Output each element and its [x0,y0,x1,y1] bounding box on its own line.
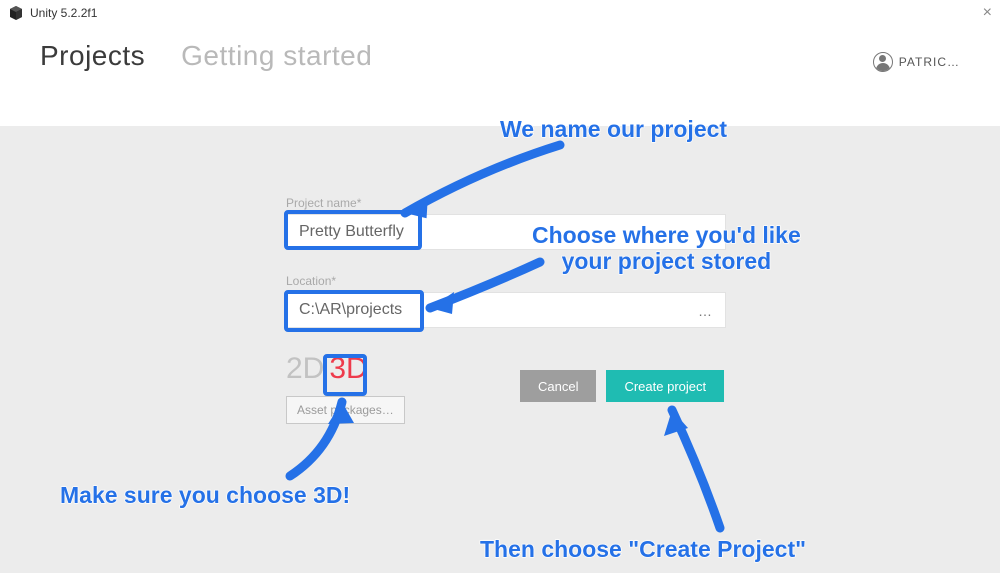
tab-getting-started[interactable]: Getting started [181,40,372,86]
tab-projects[interactable]: Projects [40,40,145,86]
callout-create: Then choose "Create Project" [480,536,806,563]
asset-packages-button[interactable]: Asset packages… [286,396,405,424]
project-name-label: Project name* [286,196,726,210]
callout-location: Choose where you'd like your project sto… [532,222,801,275]
avatar-icon[interactable] [873,52,893,72]
callout-3d: Make sure you choose 3D! [60,482,350,509]
location-label: Location* [286,274,726,288]
close-icon[interactable]: × [962,4,992,22]
button-row: Cancel Create project [520,370,724,402]
tab-strip: Projects Getting started PATRIC… [0,26,1000,86]
callout-name: We name our project [500,116,727,143]
create-project-button[interactable]: Create project [606,370,724,402]
window-title: Unity 5.2.2f1 [30,6,97,20]
cancel-button[interactable]: Cancel [520,370,596,402]
unity-logo-icon [8,5,24,21]
mode-3d[interactable]: 3D [329,352,367,386]
mode-2d[interactable]: 2D [286,352,324,386]
user-name[interactable]: PATRIC… [899,55,960,69]
title-bar: Unity 5.2.2f1 × [0,0,1000,26]
location-input[interactable] [286,292,726,328]
